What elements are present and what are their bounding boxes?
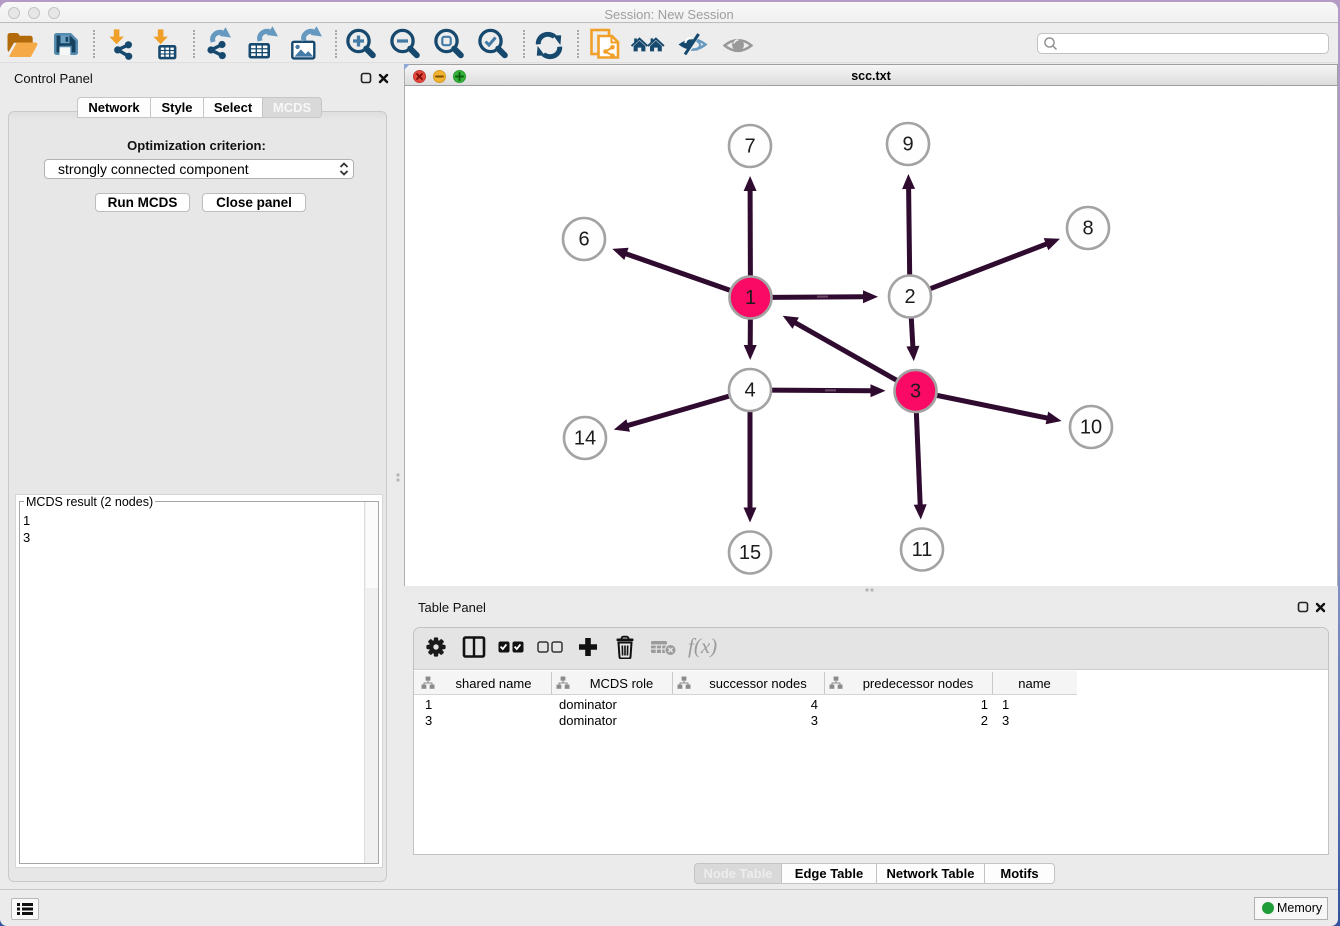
svg-text:10: 10 bbox=[1080, 417, 1102, 439]
svg-text:2: 2 bbox=[904, 286, 915, 308]
svg-text:14: 14 bbox=[574, 428, 596, 450]
svg-text:9: 9 bbox=[902, 134, 913, 156]
svg-text:6: 6 bbox=[578, 229, 589, 251]
svg-text:7: 7 bbox=[744, 136, 755, 158]
svg-text:8: 8 bbox=[1082, 218, 1093, 240]
svg-text:1: 1 bbox=[745, 287, 756, 309]
svg-text:11: 11 bbox=[912, 539, 933, 561]
svg-text:3: 3 bbox=[910, 381, 921, 403]
svg-text:4: 4 bbox=[744, 380, 755, 402]
svg-text:15: 15 bbox=[739, 542, 761, 564]
